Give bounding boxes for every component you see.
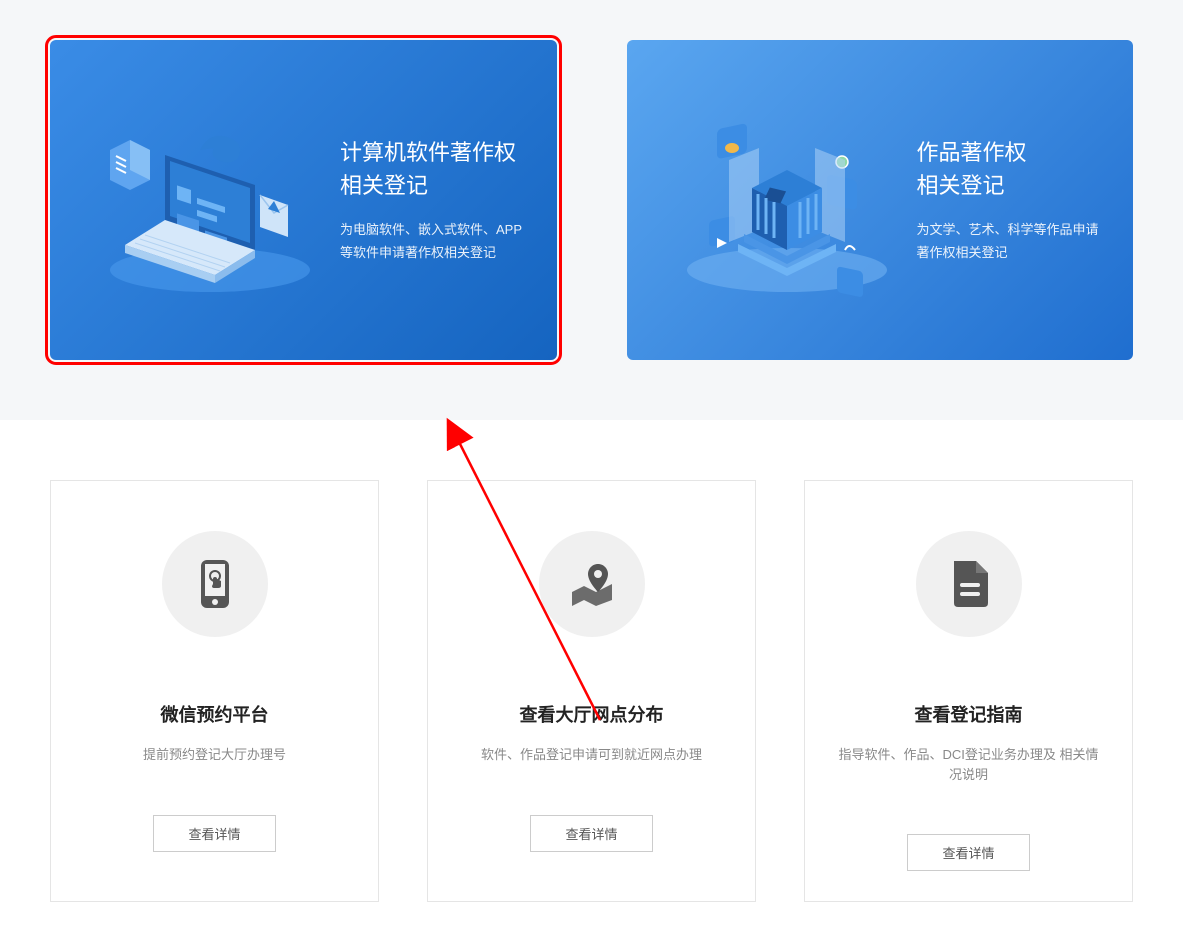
banner-text: 计算机软件著作权 相关登记 为电脑软件、嵌入式软件、APP 等软件申请著作权相关… — [340, 136, 527, 265]
card-branch-locations: 查看大厅网点分布 软件、作品登记申请可到就近网点办理 查看详情 — [427, 480, 756, 902]
view-detail-button[interactable]: 查看详情 — [530, 815, 652, 852]
info-desc: 指导软件、作品、DCI登记业务办理及 相关情况说明 — [835, 745, 1102, 784]
banner-desc: 为电脑软件、嵌入式软件、APP 等软件申请著作权相关登记 — [340, 218, 527, 265]
banner-text: 作品著作权 相关登记 为文学、艺术、科学等作品申请 著作权相关登记 — [917, 136, 1104, 265]
phone-touch-icon — [162, 531, 268, 637]
banner-work-copyright[interactable]: 作品著作权 相关登记 为文学、艺术、科学等作品申请 著作权相关登记 — [627, 40, 1134, 360]
building-illustration — [657, 90, 917, 310]
document-icon — [916, 531, 1022, 637]
banner-row: 计算机软件著作权 相关登记 为电脑软件、嵌入式软件、APP 等软件申请著作权相关… — [0, 0, 1183, 420]
info-title: 查看大厅网点分布 — [520, 701, 664, 727]
info-title: 查看登记指南 — [915, 701, 1023, 727]
laptop-illustration — [80, 90, 340, 310]
info-title: 微信预约平台 — [161, 701, 269, 727]
banner-desc: 为文学、艺术、科学等作品申请 著作权相关登记 — [917, 218, 1104, 265]
info-desc: 提前预约登记大厅办理号 — [143, 745, 286, 765]
card-registration-guide: 查看登记指南 指导软件、作品、DCI登记业务办理及 相关情况说明 查看详情 — [804, 480, 1133, 902]
view-detail-button[interactable]: 查看详情 — [153, 815, 275, 852]
card-wechat-appointment: 微信预约平台 提前预约登记大厅办理号 查看详情 — [50, 480, 379, 902]
map-pin-icon — [539, 531, 645, 637]
banner-software-copyright[interactable]: 计算机软件著作权 相关登记 为电脑软件、嵌入式软件、APP 等软件申请著作权相关… — [50, 40, 557, 360]
info-desc: 软件、作品登记申请可到就近网点办理 — [481, 745, 702, 765]
view-detail-button[interactable]: 查看详情 — [907, 834, 1029, 871]
banner-title: 作品著作权 相关登记 — [917, 136, 1104, 202]
info-card-row: 微信预约平台 提前预约登记大厅办理号 查看详情 查看大厅网点分布 软件、作品登记… — [0, 420, 1183, 932]
banner-title: 计算机软件著作权 相关登记 — [340, 136, 527, 202]
